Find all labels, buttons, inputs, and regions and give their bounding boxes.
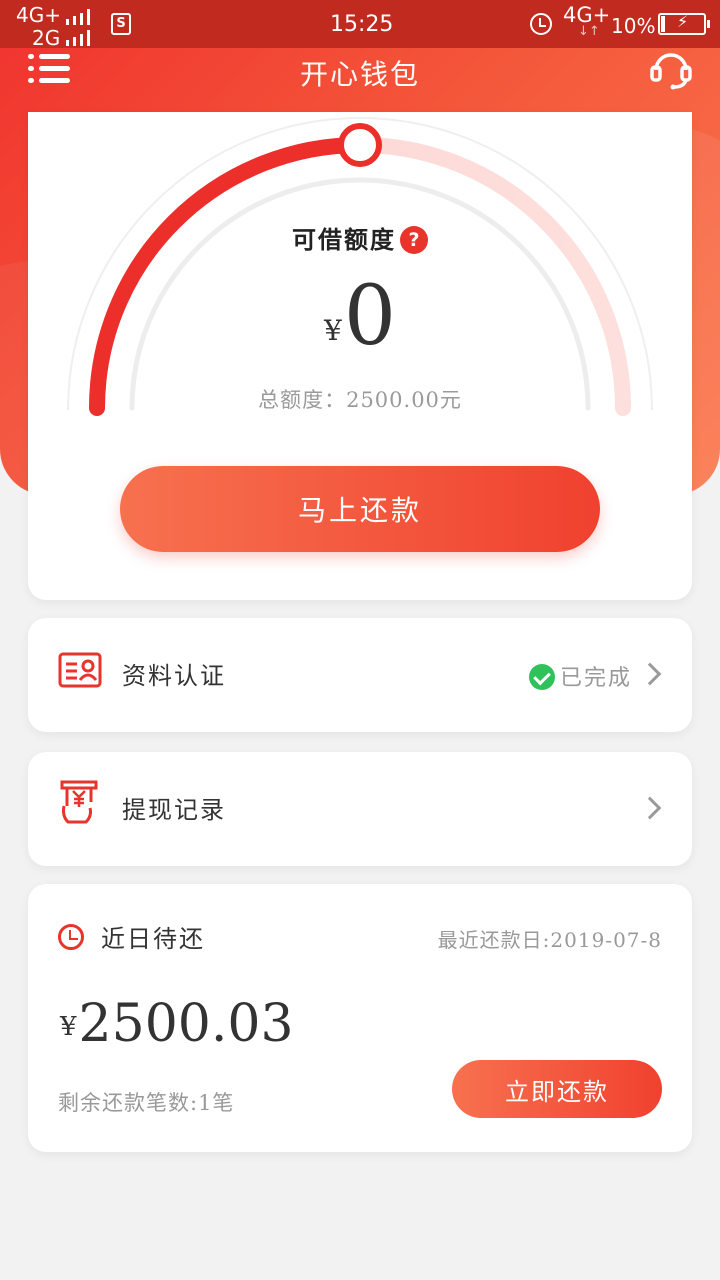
customer-service-icon[interactable] [648, 48, 694, 90]
alarm-icon [530, 13, 552, 35]
currency-symbol: ¥ [60, 1012, 77, 1042]
withdraw-records-label: 提现记录 [122, 796, 226, 824]
clock-time: 15:25 [330, 12, 394, 37]
check-icon [529, 664, 555, 690]
due-amount: ¥2500.03 [60, 994, 294, 1054]
upcoming-repayment-title: 近日待还 [101, 925, 205, 953]
help-icon[interactable]: ? [400, 226, 428, 254]
profile-verification-row[interactable]: 资料认证 已完成 [28, 618, 692, 732]
network-type-2: 2G [32, 26, 61, 50]
credit-label-row: 可借额度? [28, 220, 692, 255]
profile-verification-label: 资料认证 [122, 662, 226, 690]
sim-icon: S [111, 13, 131, 35]
gauge-knob [338, 123, 382, 167]
battery-fill [661, 16, 665, 32]
currency-symbol: ¥ [324, 314, 342, 347]
verification-status: 已完成 [560, 666, 633, 691]
withdraw-records-row[interactable]: 提现记录 [28, 752, 692, 866]
battery-icon: ⚡ [658, 12, 710, 35]
recent-repayment-date: 最近还款日:2019-07-8 [437, 928, 662, 952]
cash-withdraw-icon [60, 780, 98, 824]
credit-card: 可借额度? ¥0 总额度：2500.00元 马上还款 [28, 112, 692, 600]
clock-icon [58, 924, 84, 950]
page-title: 开心钱包 [299, 58, 420, 91]
charging-icon: ⚡ [677, 12, 689, 31]
available-amount: 0 [343, 269, 396, 364]
available-credit: ¥0 [28, 272, 692, 362]
signal-icon [66, 30, 92, 46]
remaining-installments: 剩余还款笔数:1笔 [58, 1091, 235, 1115]
upcoming-repayment-card: 近日待还 最近还款日:2019-07-8 ¥2500.03 剩余还款笔数:1笔 … [28, 884, 692, 1152]
due-amount-value: 2500.03 [78, 994, 294, 1054]
network-type-1: 4G+ [16, 3, 61, 27]
repay-now-button[interactable]: 马上还款 [120, 466, 600, 552]
signal-icon [66, 9, 92, 25]
battery-percent: 10% [611, 14, 656, 38]
chevron-right-icon [638, 796, 662, 820]
status-bar: 4G+ 2G S 15:25 4G+ ↓↑ 10% ⚡ [0, 0, 720, 50]
total-credit: 总额度：2500.00元 [258, 388, 462, 412]
credit-label: 可借额度 [292, 225, 396, 254]
id-card-icon [58, 652, 102, 688]
data-activity-icon: ↓↑ [578, 24, 600, 39]
chevron-right-icon [638, 662, 662, 686]
repay-immediately-button[interactable]: 立即还款 [452, 1060, 662, 1118]
